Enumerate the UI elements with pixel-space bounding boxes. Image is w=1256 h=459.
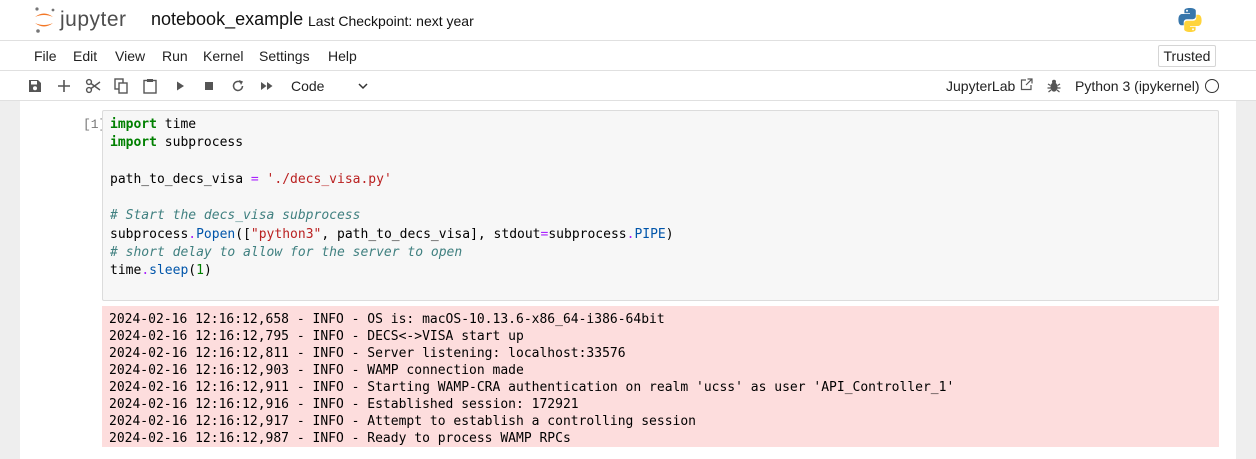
last-checkpoint: Last Checkpoint: next year: [308, 13, 474, 29]
output-line: 2024-02-16 12:16:12,987 - INFO - Ready t…: [109, 431, 571, 446]
jupyter-logo-icon: [35, 7, 55, 33]
code-editor[interactable]: import time import subprocess path_to_de…: [110, 116, 674, 281]
run-all-icon[interactable]: [258, 77, 276, 95]
python-logo-icon: [1177, 7, 1203, 33]
notebook-toolbar: Code JupyterLab Python 3 (ipykernel): [0, 71, 1256, 101]
menu-settings[interactable]: Settings: [259, 48, 310, 64]
menu-bar: File Edit View Run Kernel Settings Help …: [0, 41, 1256, 71]
chevron-down-icon: [357, 75, 369, 103]
output-line: 2024-02-16 12:16:12,916 - INFO - Establi…: [109, 397, 579, 412]
cell-output-stderr: 2024-02-16 12:16:12,658 - INFO - OS is: …: [102, 306, 1219, 447]
code-line: subprocess.Popen(["python3", path_to_dec…: [110, 226, 674, 242]
restart-icon[interactable]: [229, 77, 247, 95]
menu-kernel[interactable]: Kernel: [203, 48, 243, 64]
cell-type-value: Code: [291, 78, 325, 94]
menu-file[interactable]: File: [34, 48, 57, 64]
menu-view[interactable]: View: [115, 48, 145, 64]
external-link-icon[interactable]: [1020, 78, 1033, 96]
add-cell-icon[interactable]: [55, 77, 73, 95]
output-line: 2024-02-16 12:16:12,658 - INFO - OS is: …: [109, 312, 665, 327]
paste-icon[interactable]: [141, 77, 159, 95]
code-line: import subprocess: [110, 135, 244, 151]
output-line: 2024-02-16 12:16:12,903 - INFO - WAMP co…: [109, 363, 524, 378]
code-line: path_to_decs_visa = './decs_visa.py': [110, 171, 392, 187]
output-line: 2024-02-16 12:16:12,811 - INFO - Server …: [109, 346, 626, 361]
output-text: 2024-02-16 12:16:12,658 - INFO - OS is: …: [109, 311, 954, 447]
notebook-panel: [1]: import time import subprocess path_…: [20, 101, 1236, 459]
code-cell-input[interactable]: import time import subprocess path_to_de…: [102, 110, 1219, 301]
open-in-jupyterlab-link[interactable]: JupyterLab: [946, 78, 1015, 94]
kernel-idle-circle-icon: [1205, 79, 1219, 93]
code-line: time.sleep(1): [110, 263, 212, 279]
logo-text: jupyter: [60, 8, 127, 31]
code-line: # short delay to allow for the server to…: [110, 245, 463, 261]
output-line: 2024-02-16 12:16:12,917 - INFO - Attempt…: [109, 414, 696, 429]
menu-run[interactable]: Run: [162, 48, 188, 64]
save-icon[interactable]: [26, 77, 44, 95]
run-icon[interactable]: [171, 77, 189, 95]
notebook-title[interactable]: notebook_example: [151, 9, 303, 30]
cut-icon[interactable]: [84, 77, 102, 95]
code-line: # Start the decs_visa subprocess: [110, 208, 361, 224]
top-bar: jupyter notebook_example Last Checkpoint…: [0, 0, 1256, 41]
jupyter-logo[interactable]: jupyter: [32, 6, 142, 34]
cell-type-select[interactable]: Code: [283, 75, 373, 97]
menu-edit[interactable]: Edit: [73, 48, 97, 64]
code-line: import time: [110, 117, 197, 132]
trusted-badge[interactable]: Trusted: [1158, 45, 1216, 67]
menu-help[interactable]: Help: [328, 48, 357, 64]
copy-icon[interactable]: [112, 77, 130, 95]
output-line: 2024-02-16 12:16:12,911 - INFO - Startin…: [109, 380, 955, 395]
output-line: 2024-02-16 12:16:12,795 - INFO - DECS<->…: [109, 329, 524, 344]
debugger-bug-icon[interactable]: [1046, 78, 1062, 99]
kernel-name[interactable]: Python 3 (ipykernel): [1075, 78, 1200, 94]
stop-icon[interactable]: [200, 77, 218, 95]
